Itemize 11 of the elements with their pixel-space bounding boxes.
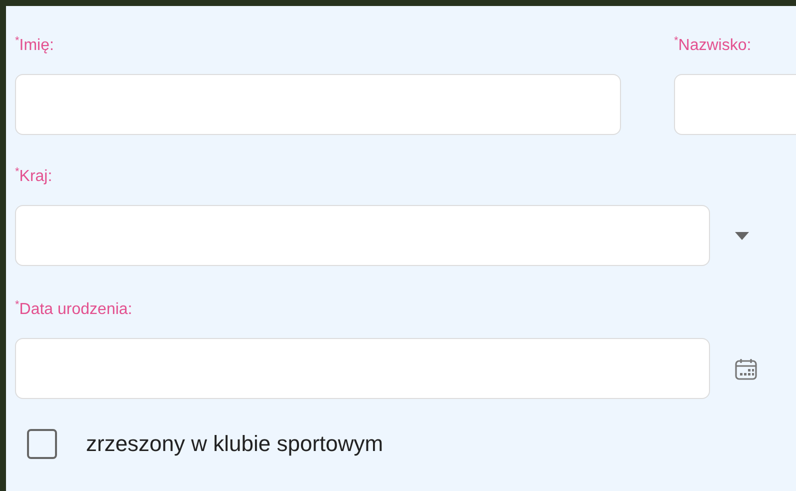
text-field[interactable] [15,74,621,135]
field-label: $^{*}$Kraj: [15,167,54,187]
checkbox[interactable] [27,429,57,459]
dropdown-arrow-icon[interactable] [735,232,749,240]
calendar-icon[interactable] [734,356,758,380]
field-label: $^{*}$Data urodzenia: [15,300,134,320]
date-field[interactable] [15,338,710,399]
field-label: $^{*}$Imię: [15,36,55,56]
checkbox-label: zrzeszony w klubie sportowym [86,431,384,457]
select-field[interactable] [15,205,710,266]
field-label: $^{*}$Nazwisko: [674,36,752,56]
